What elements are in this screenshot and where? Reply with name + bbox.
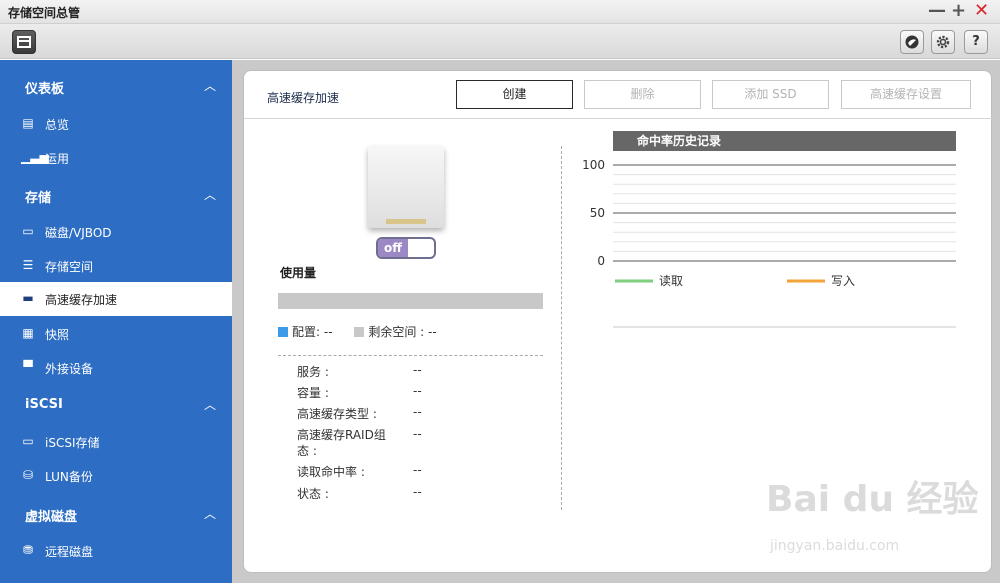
layout-toggle-button[interactable] (12, 30, 36, 54)
sidebar-item-label: 外接设备 (45, 362, 94, 376)
logo-icon (905, 35, 919, 49)
info-key-cache-raid: 高速缓存RAID组态 : (297, 428, 386, 458)
panel-title: 高速缓存加速 (267, 91, 340, 105)
qnap-logo-button[interactable] (900, 30, 924, 54)
toolbar: ? (0, 24, 1000, 59)
sidebar-item-cache-acceleration[interactable]: ▬ 高速缓存加速 (0, 282, 232, 316)
toggle-state: off (378, 239, 408, 257)
sidebar: 仪表板 ︿ ▤ 总览 ▁▃▅ 运用 存储 ︿ ▭ 磁盘/VJBOD ☰ 存储空间… (0, 60, 232, 583)
sidebar-section-iscsi[interactable]: iSCSI ︿ (0, 388, 232, 422)
chevron-up-icon: ︿ (204, 188, 217, 202)
sidebar-item-iscsi-storage[interactable]: ▭ iSCSI存储 (0, 425, 232, 459)
vertical-divider (561, 146, 562, 510)
chart-title: 命中率历史记录 (613, 131, 956, 151)
settings-button[interactable] (931, 30, 955, 54)
info-key-cache-type: 高速缓存类型 : (297, 407, 377, 421)
snapshot-icon: ▦ (22, 326, 34, 340)
drive-connector (386, 219, 426, 224)
sidebar-section-label: 仪表板 (25, 82, 65, 97)
sidebar-item-label: 存储空间 (45, 260, 94, 274)
info-key-read-hit-rate: 读取命中率 : (297, 465, 365, 479)
cache-settings-button[interactable]: 高速缓存设置 (841, 80, 971, 109)
sidebar-section-label: 虚拟磁盘 (25, 510, 78, 525)
create-button[interactable]: 创建 (456, 80, 573, 109)
sidebar-section-storage[interactable]: 存储 ︿ (0, 178, 232, 212)
info-key-capacity: 容量 : (297, 386, 329, 400)
iscsi-storage-icon: ▭ (22, 434, 34, 448)
sidebar-item-remote-disk[interactable]: ⛃ 远程磁盘 (0, 534, 232, 568)
add-ssd-button[interactable]: 添加 SSD (712, 80, 829, 109)
maximize-button[interactable]: + (951, 1, 966, 21)
external-device-icon: ▀ (23, 360, 33, 374)
lun-backup-icon: ⛁ (22, 468, 34, 482)
configured-swatch (278, 327, 288, 337)
close-button[interactable]: ✕ (974, 1, 989, 21)
sidebar-item-label: iSCSI存储 (45, 436, 100, 450)
info-value-status: -- (413, 485, 422, 499)
sidebar-item-utilization[interactable]: ▁▃▅ 运用 (0, 141, 232, 175)
watermark-logo: Bai du 经验 (766, 479, 979, 520)
sidebar-section-dashboard[interactable]: 仪表板 ︿ (0, 69, 232, 103)
chart-legend-label: 写入 (831, 274, 855, 288)
remote-disk-icon: ⛃ (22, 543, 34, 557)
storage-icon: ☰ (22, 258, 34, 272)
chart-legend-label: 读取 (659, 274, 683, 288)
info-value-read-hit-rate: -- (413, 463, 422, 477)
chart-y-tick-label: 50 (590, 206, 605, 220)
cache-icon: ▬ (22, 291, 34, 305)
info-value-cache-raid: -- (413, 427, 422, 441)
chevron-up-icon: ︿ (204, 507, 217, 521)
help-button[interactable]: ? (964, 30, 988, 54)
usage-bar (278, 293, 543, 309)
chevron-up-icon: ︿ (204, 398, 217, 412)
sidebar-item-label: 高速缓存加速 (45, 293, 118, 307)
minimize-button[interactable]: — (928, 1, 946, 21)
sidebar-item-label: 快照 (45, 328, 70, 342)
sidebar-item-snapshot[interactable]: ▦ 快照 (0, 317, 232, 351)
info-value-capacity: -- (413, 384, 422, 398)
watermark-url: jingyan.baidu.com (770, 538, 900, 554)
chart-y-tick-label: 0 (597, 254, 605, 268)
layout-icon (17, 36, 31, 48)
divider (278, 355, 543, 356)
ssd-drive-image (368, 146, 444, 228)
overview-icon: ▤ (22, 116, 34, 130)
info-key-service: 服务 : (297, 365, 329, 379)
chart-y-tick-label: 100 (582, 158, 605, 172)
info-value-service: -- (413, 363, 422, 377)
configured-label: 配置: -- (292, 325, 333, 339)
sidebar-item-storage-space[interactable]: ☰ 存储空间 (0, 249, 232, 283)
cache-toggle[interactable]: off (376, 237, 436, 259)
disk-icon: ▭ (22, 224, 34, 238)
usage-legend: 配置: -- 剩余空间 : -- (278, 323, 437, 340)
info-key-status: 状态 : (297, 487, 329, 501)
sidebar-section-label: iSCSI (25, 397, 63, 412)
sidebar-section-label: 存储 (25, 191, 52, 206)
panel-header: 高速缓存加速 创建 删除 添加 SSD 高速缓存设置 (244, 71, 993, 119)
usage-label: 使用量 (280, 266, 317, 280)
sidebar-item-external-device[interactable]: ▀ 外接设备 (0, 351, 232, 385)
sidebar-item-label: LUN备份 (45, 470, 93, 484)
gear-icon (936, 35, 950, 49)
sidebar-item-label: 运用 (45, 152, 70, 166)
title-bar: 存储空间总管 — + ✕ (0, 0, 1000, 24)
chart-icon: ▁▃▅ (21, 150, 49, 164)
sidebar-item-overview[interactable]: ▤ 总览 (0, 107, 232, 141)
remaining-label: 剩余空间 : -- (368, 325, 437, 339)
app-title: 存储空间总管 (8, 6, 81, 20)
remaining-swatch (354, 327, 365, 337)
sidebar-item-label: 总览 (45, 118, 70, 132)
info-value-cache-type: -- (413, 405, 422, 419)
sidebar-item-label: 远程磁盘 (45, 545, 94, 559)
sidebar-item-disks[interactable]: ▭ 磁盘/VJBOD (0, 215, 232, 249)
chevron-up-icon: ︿ (204, 79, 217, 93)
sidebar-item-label: 磁盘/VJBOD (45, 226, 112, 240)
delete-button[interactable]: 删除 (584, 80, 701, 109)
sidebar-section-virtual-disk[interactable]: 虚拟磁盘 ︿ (0, 497, 232, 531)
hit-rate-chart: 100 50 0 读取 写入 (582, 158, 956, 328)
sidebar-item-lun-backup[interactable]: ⛁ LUN备份 (0, 459, 232, 493)
